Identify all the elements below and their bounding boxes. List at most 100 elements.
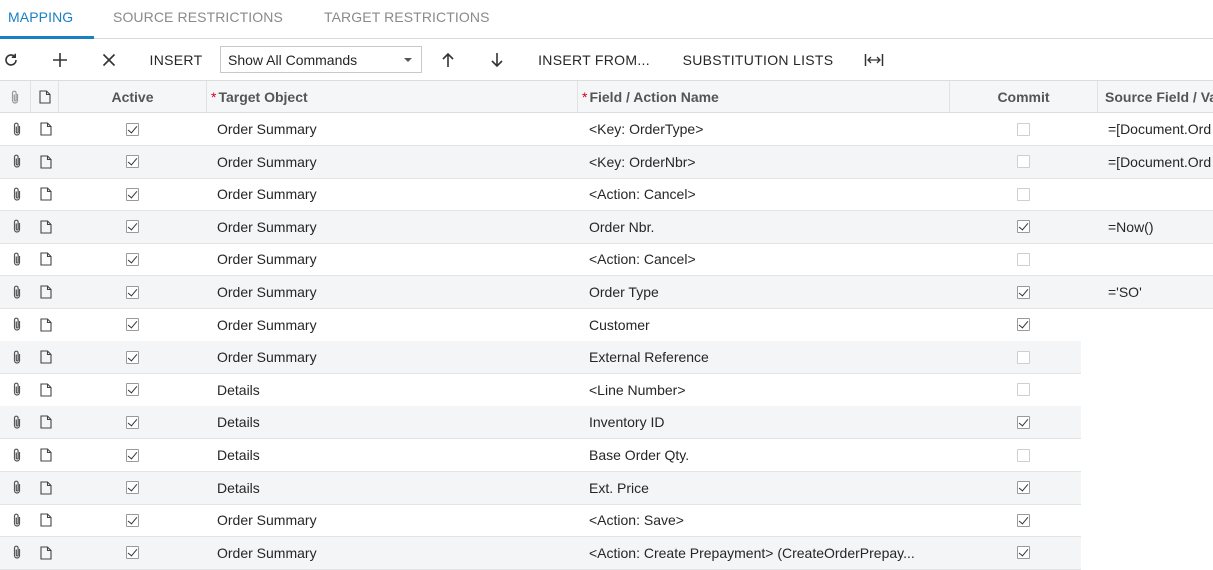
active-cell[interactable] (126, 243, 140, 275)
field-action-cell[interactable]: Ext. Price (589, 472, 941, 504)
active-checkbox[interactable] (126, 187, 139, 201)
move-down-button[interactable] (487, 40, 507, 80)
tab-source-restrictions[interactable]: SOURCE RESTRICTIONS (113, 9, 283, 25)
note-cell[interactable] (40, 309, 54, 341)
target-object-cell[interactable]: Order Summary (217, 146, 572, 178)
table-row[interactable]: Order Summary <Key: OrderNbr> =[Document.O… (0, 145, 1213, 179)
active-checkbox[interactable] (126, 546, 139, 560)
commit-checkbox[interactable] (1017, 252, 1030, 266)
commit-cell[interactable] (1017, 472, 1031, 504)
target-object-column-header[interactable]: * Target Object (207, 81, 578, 113)
source-field-cell[interactable]: ='SO' (1108, 276, 1213, 308)
table-row[interactable]: Order Summary Order Type ='SO' (0, 276, 1213, 309)
field-action-cell[interactable]: Order Type (589, 276, 941, 308)
active-cell[interactable] (126, 504, 140, 536)
commit-checkbox[interactable] (1017, 448, 1030, 462)
insert-from-button[interactable]: INSERT FROM... (534, 40, 654, 80)
commit-checkbox[interactable] (1017, 220, 1030, 234)
target-object-cell[interactable]: Details (217, 374, 572, 406)
active-checkbox[interactable] (126, 448, 139, 462)
note-cell[interactable] (40, 113, 54, 145)
table-row[interactable]: Order Summary <Action: Cancel> (0, 243, 1213, 277)
active-checkbox[interactable] (126, 415, 139, 429)
table-row[interactable]: Details <Line Number> (0, 374, 1081, 407)
substitution-lists-button[interactable]: SUBSTITUTION LISTS (678, 40, 838, 80)
note-cell[interactable] (40, 504, 54, 536)
commit-cell[interactable] (1017, 309, 1031, 341)
tab-target-restrictions[interactable]: TARGET RESTRICTIONS (324, 9, 490, 25)
table-row[interactable]: Details Inventory ID (0, 406, 1081, 440)
note-cell[interactable] (40, 146, 54, 178)
commit-cell[interactable] (1017, 276, 1031, 308)
table-row[interactable]: Order Summary <Action: Save> (0, 504, 1081, 538)
table-row[interactable]: Order Summary Customer (0, 309, 1081, 342)
attachment-cell[interactable] (12, 374, 26, 406)
add-row-button[interactable] (48, 40, 72, 80)
field-action-cell[interactable]: <Key: OrderNbr> (589, 146, 941, 178)
field-action-cell[interactable]: <Line Number> (589, 374, 941, 406)
field-action-cell[interactable]: Order Nbr. (589, 211, 941, 243)
active-checkbox[interactable] (126, 513, 139, 527)
commit-checkbox[interactable] (1017, 415, 1030, 429)
commit-checkbox[interactable] (1017, 122, 1030, 136)
note-cell[interactable] (40, 537, 54, 569)
source-field-cell[interactable]: =Now() (1108, 211, 1213, 243)
active-cell[interactable] (126, 472, 140, 504)
field-action-cell[interactable]: Inventory ID (589, 406, 941, 438)
active-cell[interactable] (126, 341, 140, 373)
commit-checkbox[interactable] (1017, 481, 1030, 495)
source-field-column-header[interactable]: Source Field / Val (1098, 81, 1213, 113)
field-action-cell[interactable]: <Action: Create Prepayment> (CreateOrder… (589, 537, 941, 569)
active-column-header[interactable]: Active (59, 81, 207, 113)
attachment-cell[interactable] (12, 537, 26, 569)
note-cell[interactable] (40, 374, 54, 406)
note-cell[interactable] (40, 439, 54, 471)
commands-filter-select[interactable]: Show All Commands (220, 46, 422, 73)
target-object-cell[interactable]: Order Summary (217, 341, 572, 373)
active-cell[interactable] (126, 374, 140, 406)
field-action-cell[interactable]: <Action: Save> (589, 504, 941, 536)
table-row[interactable]: Order Summary Order Nbr. =Now() (0, 210, 1213, 244)
note-cell[interactable] (40, 211, 54, 243)
active-cell[interactable] (126, 146, 140, 178)
target-object-cell[interactable]: Order Summary (217, 504, 572, 536)
table-row[interactable]: Details Ext. Price (0, 471, 1081, 505)
target-object-cell[interactable]: Order Summary (217, 113, 572, 145)
commit-checkbox[interactable] (1017, 187, 1030, 201)
tab-mapping[interactable]: MAPPING (8, 9, 73, 25)
active-cell[interactable] (126, 439, 140, 471)
fit-to-width-button[interactable] (862, 40, 886, 80)
attachment-cell[interactable] (12, 243, 26, 275)
commit-cell[interactable] (1017, 178, 1031, 210)
source-field-cell[interactable]: =[Document.Ord (1108, 113, 1213, 145)
commit-checkbox[interactable] (1017, 513, 1030, 527)
active-cell[interactable] (126, 309, 140, 341)
commit-column-header[interactable]: Commit (950, 81, 1098, 113)
field-action-cell[interactable]: Base Order Qty. (589, 439, 941, 471)
active-cell[interactable] (126, 178, 140, 210)
table-row[interactable]: Details Base Order Qty. (0, 439, 1081, 472)
active-checkbox[interactable] (126, 481, 139, 495)
commit-checkbox[interactable] (1017, 318, 1030, 332)
attachment-cell[interactable] (12, 276, 26, 308)
attachment-cell[interactable] (12, 211, 26, 243)
refresh-button[interactable] (0, 40, 22, 80)
commit-checkbox[interactable] (1017, 155, 1030, 169)
note-cell[interactable] (40, 406, 54, 438)
commit-cell[interactable] (1017, 341, 1031, 373)
attachment-cell[interactable] (12, 113, 26, 145)
active-cell[interactable] (126, 406, 140, 438)
target-object-cell[interactable]: Order Summary (217, 276, 572, 308)
attachment-cell[interactable] (12, 178, 26, 210)
commit-checkbox[interactable] (1017, 383, 1030, 397)
active-cell[interactable] (126, 537, 140, 569)
target-object-cell[interactable]: Details (217, 406, 572, 438)
field-action-cell[interactable]: External Reference (589, 341, 941, 373)
commit-cell[interactable] (1017, 537, 1031, 569)
field-action-cell[interactable]: <Action: Cancel> (589, 178, 941, 210)
commit-cell[interactable] (1017, 243, 1031, 275)
active-checkbox[interactable] (126, 350, 139, 364)
target-object-cell[interactable]: Order Summary (217, 178, 572, 210)
commit-cell[interactable] (1017, 439, 1031, 471)
commit-checkbox[interactable] (1017, 350, 1030, 364)
